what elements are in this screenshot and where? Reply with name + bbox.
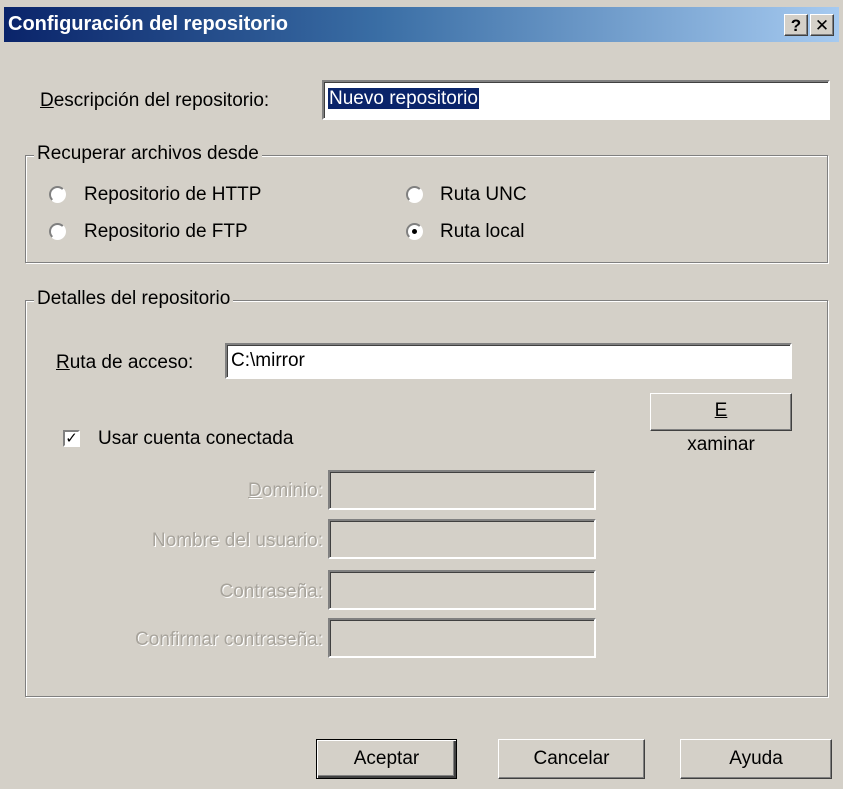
path-label-text: uta de acceso: (69, 352, 194, 373)
retrieve-group-title: Recuperar archivos desde (34, 143, 262, 165)
ok-label: Aceptar (353, 748, 420, 769)
details-group-title: Detalles del repositorio (34, 288, 234, 310)
radio-http[interactable] (49, 186, 66, 203)
help-button[interactable]: ? (784, 14, 808, 36)
browse-button[interactable]: Examinar (650, 393, 792, 455)
description-value: Nuevo repositorio (328, 88, 479, 109)
domain-input[interactable] (328, 470, 596, 510)
cancel-button[interactable]: Cancelar (498, 739, 645, 779)
browse-accel: E (714, 400, 728, 421)
path-accel: R (56, 352, 70, 373)
close-icon: ✕ (814, 16, 830, 35)
cancel-label: Cancelar (533, 748, 610, 769)
repository-config-dialog: Configuración del repositorio ? ✕ Descri… (0, 0, 843, 789)
username-label: Nombre del usuario: (151, 530, 323, 551)
path-value: C:\mirror (231, 350, 305, 371)
browse-label-text: xaminar (687, 434, 755, 455)
domain-accel: D (248, 480, 262, 501)
description-accel: D (40, 90, 54, 111)
window-title: Configuración del repositorio (8, 13, 289, 35)
radio-unc[interactable] (406, 186, 423, 203)
confirm-password-label: Confirmar contraseña: (135, 629, 323, 650)
confirm-password-input[interactable] (328, 618, 596, 658)
ok-button[interactable]: Aceptar (316, 739, 457, 779)
description-input[interactable]: Nuevo repositorio (322, 80, 830, 120)
use-account-checkbox[interactable]: ✓ (63, 430, 80, 447)
radio-http-label[interactable]: Repositorio de HTTP (84, 184, 261, 206)
radio-local[interactable] (406, 223, 423, 240)
help-icon: ? (790, 16, 802, 35)
radio-local-label[interactable]: Ruta local (440, 221, 525, 243)
radio-selected-dot (412, 229, 417, 234)
title-bar[interactable]: Configuración del repositorio ? ✕ (4, 7, 839, 42)
username-input[interactable] (328, 519, 596, 559)
radio-ftp-label[interactable]: Repositorio de FTP (84, 221, 248, 243)
path-label: Ruta de acceso: (56, 352, 193, 374)
retrieve-group: Recuperar archivos desde (25, 143, 828, 263)
close-button[interactable]: ✕ (810, 14, 834, 36)
help-action-button[interactable]: Ayuda (680, 739, 832, 779)
checkmark-icon: ✓ (65, 430, 78, 447)
domain-label-text: ominio: (261, 480, 323, 501)
radio-unc-label[interactable]: Ruta UNC (440, 184, 527, 206)
radio-ftp[interactable] (49, 223, 66, 240)
description-label-text: escripción del repositorio: (53, 90, 270, 111)
domain-label: Dominio: (248, 480, 323, 502)
password-label: Contraseña: (219, 581, 323, 602)
browse-label: Examinar (651, 394, 791, 462)
password-input[interactable] (328, 570, 596, 610)
use-account-label[interactable]: Usar cuenta conectada (98, 428, 293, 450)
description-label: Descripción del repositorio: (40, 90, 269, 112)
help-label: Ayuda (729, 748, 783, 769)
path-input[interactable]: C:\mirror (225, 343, 792, 379)
